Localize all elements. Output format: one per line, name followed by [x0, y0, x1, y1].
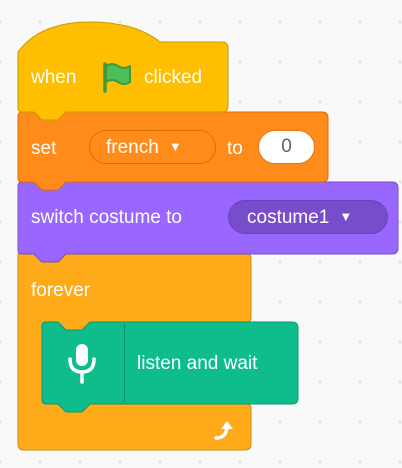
to-label: to — [227, 138, 243, 159]
loop-arrow-icon — [214, 421, 233, 440]
microphone-icon — [68, 344, 96, 384]
variable-dropdown[interactable]: french ▼ — [89, 130, 216, 164]
clicked-label: clicked — [144, 67, 203, 88]
set-label: set — [31, 138, 57, 159]
caret-down-icon: ▼ — [168, 139, 182, 154]
green-flag-icon — [103, 62, 131, 93]
costume-dropdown[interactable]: costume1 ▼ — [228, 200, 388, 234]
when-label: when — [31, 67, 77, 88]
costume-name: costume1 — [247, 207, 330, 228]
forever-label: forever — [31, 280, 91, 301]
switch-costume-label: switch costume to — [31, 207, 182, 228]
caret-down-icon: ▼ — [339, 209, 353, 224]
value-input[interactable]: 0 — [258, 130, 315, 164]
script-canvas[interactable]: when clicked set french ▼ to 0 switch cos… — [0, 0, 402, 468]
listen-and-wait-label: listen and wait — [137, 353, 258, 374]
variable-name: french — [106, 137, 159, 158]
block-divider — [124, 324, 125, 402]
